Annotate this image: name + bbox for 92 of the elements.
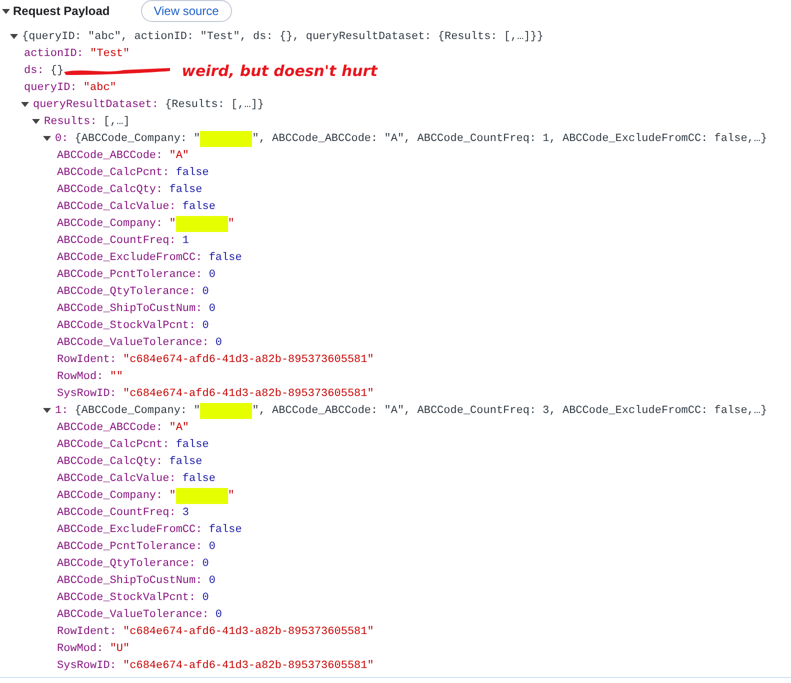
literal-value: false: [182, 472, 216, 484]
literal-value: false: [176, 438, 209, 450]
string-value: "c684e674-afd6-41d3-a82b-895373605581": [123, 660, 374, 672]
object-summary: ", ABCCode_ABCCode: "A", ABCCode_CountFreq: 1, ABCCode_ExcludeFromCC: false,…}: [252, 132, 768, 144]
property-key: ABCCode_QtyTolerance:: [57, 286, 196, 298]
string-value: "c684e674-afd6-41d3-a82b-895373605581": [123, 626, 374, 638]
object-summary: {queryID: "abc", actionID: "Test", ds: {}, queryResultDataset: {Results: [,…]}}: [22, 30, 544, 42]
disclosure-triangle-icon[interactable]: [21, 102, 29, 107]
string-value: "abc": [83, 82, 116, 94]
string-value: ": [169, 490, 176, 502]
string-value: ": [169, 218, 176, 230]
literal-value: false: [176, 166, 209, 178]
property-key: ABCCode_CalcPcnt:: [57, 166, 170, 178]
literal-value: 0: [208, 302, 216, 314]
property-key: ABCCode_PcntTolerance:: [57, 268, 202, 280]
property-key: ABCCode_StockValPcnt:: [57, 320, 196, 332]
literal-value: false: [182, 200, 216, 212]
property-key: RowIdent:: [57, 354, 116, 366]
redaction-mark: [200, 402, 252, 418]
string-value: "A": [169, 150, 190, 162]
literal-value: 1: [182, 234, 190, 246]
literal-value: false: [169, 184, 202, 196]
view-source-button[interactable]: View source: [140, 0, 232, 22]
disclosure-triangle-icon[interactable]: [2, 8, 10, 14]
property-key: RowMod:: [57, 370, 104, 382]
property-key: ABCCode_ValueTolerance:: [57, 608, 209, 620]
property-key: ABCCode_ShipToCustNum:: [57, 302, 202, 314]
disclosure-triangle-icon[interactable]: [10, 34, 18, 39]
property-key: queryResultDataset:: [33, 98, 158, 110]
string-value: "A": [169, 422, 190, 434]
literal-value: 0: [202, 286, 209, 298]
property-key: 0:: [55, 132, 68, 144]
property-key: ABCCode_ExcludeFromCC:: [57, 252, 202, 264]
literal-value: 3: [182, 506, 190, 518]
string-value: "c684e674-afd6-41d3-a82b-895373605581": [123, 388, 374, 400]
property-key: ABCCode_CountFreq:: [57, 506, 176, 518]
property-key: SysRowID:: [57, 660, 116, 672]
property-key: ABCCode_Company:: [57, 490, 163, 502]
property-key: ABCCode_ValueTolerance:: [57, 336, 209, 348]
literal-value: 0: [215, 336, 222, 348]
property-key: 1:: [55, 404, 68, 416]
object-summary: ", ABCCode_ABCCode: "A", ABCCode_CountFreq: 3, ABCCode_ExcludeFromCC: false,…}: [252, 404, 768, 416]
property-key: ABCCode_CountFreq:: [57, 234, 176, 246]
redaction-mark: [176, 216, 228, 232]
string-value: "": [110, 370, 124, 382]
property-key: ABCCode_CalcQty:: [57, 456, 163, 468]
property-key: actionID:: [24, 48, 84, 60]
string-value: "Test": [90, 48, 130, 60]
property-key: SysRowID:: [57, 388, 116, 400]
property-key: ABCCode_QtyTolerance:: [57, 558, 196, 570]
literal-value: false: [169, 456, 202, 468]
literal-value: false: [208, 524, 242, 536]
property-key: ABCCode_CalcValue:: [57, 472, 176, 484]
annotation-text: weird, but doesn't hurt: [182, 62, 378, 80]
literal-value: 0: [202, 320, 209, 332]
property-key: ABCCode_CalcValue:: [57, 200, 176, 212]
object-summary: {}: [50, 64, 64, 76]
property-key: ABCCode_ShipToCustNum:: [57, 574, 202, 586]
property-key: RowIdent:: [57, 626, 116, 638]
object-summary: [,…]: [103, 116, 130, 128]
property-key: ABCCode_ABCCode:: [57, 150, 163, 162]
property-key: ABCCode_PcntTolerance:: [57, 540, 202, 552]
object-summary: {ABCCode_Company: ": [74, 132, 200, 144]
redaction-mark: [200, 130, 252, 146]
disclosure-triangle-icon[interactable]: [32, 119, 40, 124]
disclosure-triangle-icon[interactable]: [43, 408, 51, 413]
object-summary: {Results: [,…]}: [165, 98, 264, 110]
string-value: "c684e674-afd6-41d3-a82b-895373605581": [123, 354, 374, 366]
literal-value: 0: [208, 268, 216, 280]
literal-value: 0: [215, 608, 222, 620]
property-key: RowMod:: [57, 642, 104, 654]
literal-value: 0: [202, 592, 209, 604]
property-key: ABCCode_CalcQty:: [57, 184, 163, 196]
literal-value: 0: [202, 558, 209, 570]
property-key: ds:: [24, 64, 44, 76]
string-value: ": [228, 490, 234, 502]
string-value: ": [228, 218, 234, 230]
property-key: ABCCode_Company:: [57, 218, 163, 230]
object-summary: {ABCCode_Company: ": [74, 404, 200, 416]
property-key: ABCCode_ExcludeFromCC:: [57, 524, 202, 536]
property-key: queryID:: [24, 82, 77, 94]
redaction-mark: [176, 488, 228, 504]
literal-value: 0: [208, 540, 216, 552]
literal-value: 0: [208, 574, 216, 586]
property-key: Results:: [44, 116, 97, 128]
property-key: ABCCode_StockValPcnt:: [57, 592, 196, 604]
string-value: "U": [110, 642, 130, 654]
section-title: Request Payload: [13, 4, 110, 18]
disclosure-triangle-icon[interactable]: [43, 136, 51, 141]
property-key: ABCCode_CalcPcnt:: [57, 438, 170, 450]
property-key: ABCCode_ABCCode:: [57, 422, 163, 434]
literal-value: false: [208, 252, 242, 264]
